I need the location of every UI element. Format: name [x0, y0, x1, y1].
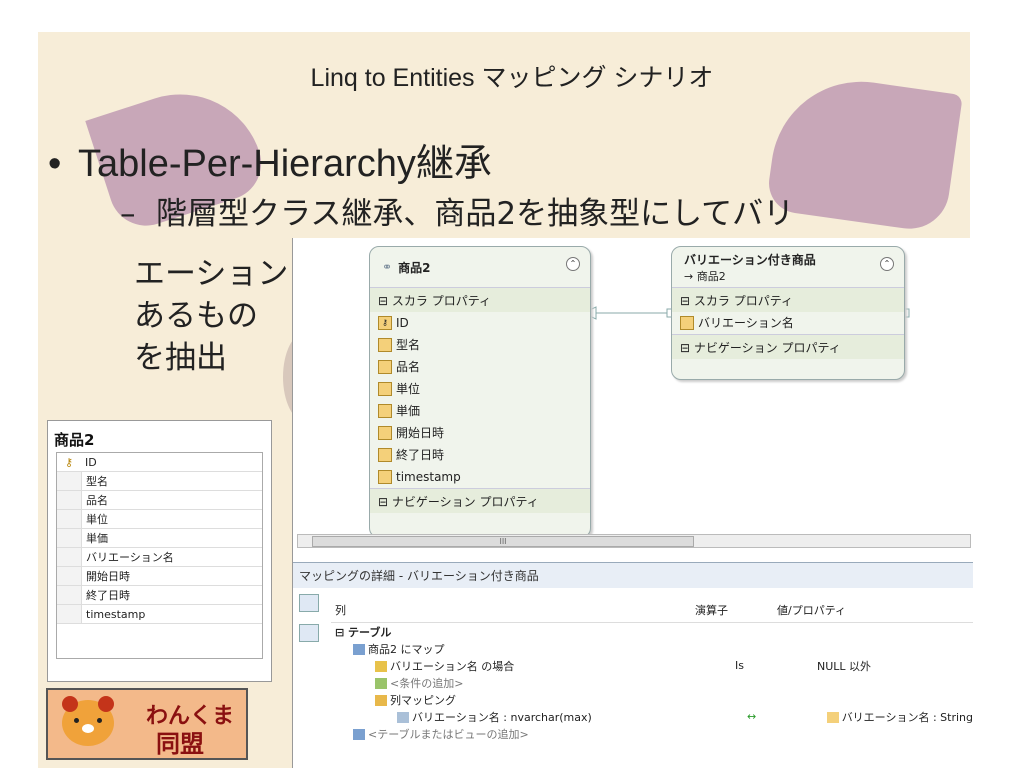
- bullet-2-line-2: エーション: [134, 256, 289, 292]
- table-row[interactable]: 列マッピング: [331, 691, 973, 708]
- scalar-properties-header[interactable]: ⊟ スカラ プロパティ: [672, 287, 904, 312]
- entity-property[interactable]: 品名: [370, 356, 590, 378]
- key-property-icon: ⚷: [378, 316, 392, 330]
- table-row[interactable]: timestamp: [57, 605, 262, 624]
- mapping-details-header: マッピングの詳細 - バリエーション付き商品: [293, 562, 973, 588]
- table-row[interactable]: バリエーション名 : nvarchar(max) ↔ バリエーション名 : Stri…: [331, 708, 973, 725]
- collapse-icon[interactable]: ⌃: [880, 257, 894, 271]
- property-icon: [378, 360, 392, 374]
- mapping-arrow-icon: ↔: [746, 710, 757, 723]
- entity-property[interactable]: 終了日時: [370, 444, 590, 466]
- column-icon: [397, 712, 409, 723]
- entity-shape-product2[interactable]: ⚭ 商品2 ⌃ ⊟ スカラ プロパティ ⚷ ID 型名 品名 単位 単価 開始日時 …: [369, 246, 591, 538]
- table-row[interactable]: バリエーション名: [57, 548, 262, 567]
- navigation-properties-header[interactable]: ⊟ ナビゲーション プロパティ: [370, 488, 590, 513]
- bullet-2-line-3: あるもの: [134, 298, 258, 334]
- entity-header: ⚭ 商品2: [370, 247, 590, 287]
- decor-blob-right: [765, 70, 963, 234]
- table-row[interactable]: 単位: [57, 510, 262, 529]
- mapping-grid: 列 演算子 値/プロパティ ⊟ テーブル 商品2 にマップ バリエーション名 の…: [331, 598, 973, 768]
- entity-name: 商品2: [398, 260, 431, 275]
- scrollbar-thumb[interactable]: III: [312, 536, 694, 547]
- bear-icon: [62, 696, 114, 746]
- entity-property[interactable]: timestamp: [370, 466, 590, 488]
- column-header-column[interactable]: 列: [331, 602, 695, 618]
- entity-property[interactable]: バリエーション名: [672, 312, 904, 334]
- bullet-2-line-4: を抽出: [134, 340, 227, 376]
- entity-shape-variation-product[interactable]: バリエーション付き商品 → 商品2 ⌃ ⊟ スカラ プロパティ バリエーション名…: [671, 246, 905, 380]
- table-row[interactable]: 開始日時: [57, 567, 262, 586]
- table-row[interactable]: バリエーション名 の場合 Is NULL 以外: [331, 657, 973, 674]
- horizontal-scrollbar[interactable]: III: [297, 534, 971, 548]
- table-icon: [353, 644, 365, 655]
- table-row-empty: [57, 624, 262, 658]
- table-row[interactable]: 単価: [57, 529, 262, 548]
- table-row[interactable]: 終了日時: [57, 586, 262, 605]
- map-to-table-icon[interactable]: [299, 594, 319, 612]
- property-icon: [378, 426, 392, 440]
- bullet-1-text: Table-Per-Hierarchy継承: [78, 143, 492, 185]
- property-icon: [378, 448, 392, 462]
- table-row[interactable]: <条件の追加>: [331, 674, 973, 691]
- primary-key-icon: ⚷: [64, 455, 74, 469]
- logo-text-2: 同盟: [156, 730, 204, 758]
- entity-property[interactable]: 単価: [370, 400, 590, 422]
- table-row[interactable]: 品名: [57, 491, 262, 510]
- table-row[interactable]: ⚷ ID: [57, 453, 262, 472]
- table-row[interactable]: 商品2 にマップ: [331, 640, 973, 657]
- entity-header: バリエーション付き商品 → 商品2: [672, 247, 904, 287]
- map-to-function-icon[interactable]: [299, 624, 319, 642]
- add-condition-icon: [375, 678, 387, 689]
- collapse-icon[interactable]: ⌃: [566, 257, 580, 271]
- db-table-panel: 商品2 ⚷ ID 型名 品名 単位 単価 バリエーション名 開始日時 終了日時 t…: [47, 420, 272, 682]
- wankuma-logo: わんくま 同盟: [46, 688, 248, 760]
- condition-icon: [375, 661, 387, 672]
- entity-base-type: → 商品2: [684, 269, 726, 283]
- scalar-properties-header[interactable]: ⊟ スカラ プロパティ: [370, 287, 590, 312]
- bullet-1: • Table-Per-Hierarchy継承: [48, 143, 492, 185]
- designer-canvas[interactable]: ⚭ 商品2 ⌃ ⊟ スカラ プロパティ ⚷ ID 型名 品名 単位 単価 開始日時 …: [293, 238, 973, 538]
- entity-property[interactable]: 型名: [370, 334, 590, 356]
- table-row[interactable]: <テーブルまたはビューの追加>: [331, 725, 973, 742]
- entity-name: バリエーション付き商品: [684, 252, 816, 267]
- table-row[interactable]: ⊟ テーブル: [331, 623, 973, 640]
- entity-property[interactable]: 開始日時: [370, 422, 590, 444]
- table-row[interactable]: 型名: [57, 472, 262, 491]
- property-icon: [826, 712, 839, 723]
- entity-property[interactable]: ⚷ ID: [370, 312, 590, 334]
- property-icon: [378, 338, 392, 352]
- db-table-grid: ⚷ ID 型名 品名 単位 単価 バリエーション名 開始日時 終了日時 times…: [56, 452, 263, 659]
- column-header-value[interactable]: 値/プロパティ: [777, 602, 973, 618]
- column-header-operator[interactable]: 演算子: [695, 602, 777, 618]
- slide-title: Linq to Entities マッピング シナリオ: [310, 64, 714, 92]
- folder-icon: [375, 695, 387, 706]
- navigation-properties-header[interactable]: ⊟ ナビゲーション プロパティ: [672, 334, 904, 359]
- db-table-title: 商品2: [54, 431, 95, 449]
- mapping-grid-header: 列 演算子 値/プロパティ: [331, 598, 973, 623]
- entity-icon: ⚭: [382, 260, 393, 274]
- property-icon: [378, 470, 392, 484]
- bullet-2: – 階層型クラス継承、商品2を抽象型にしてバリ: [120, 196, 795, 232]
- entity-property[interactable]: 単位: [370, 378, 590, 400]
- table-icon: [353, 729, 365, 740]
- property-icon: [378, 404, 392, 418]
- entity-designer-window: ⚭ 商品2 ⌃ ⊟ スカラ プロパティ ⚷ ID 型名 品名 単位 単価 開始日時 …: [292, 238, 973, 768]
- property-icon: [680, 316, 694, 330]
- property-icon: [378, 382, 392, 396]
- bullet-2-text: 階層型クラス継承、商品2を抽象型にしてバリ: [156, 196, 795, 232]
